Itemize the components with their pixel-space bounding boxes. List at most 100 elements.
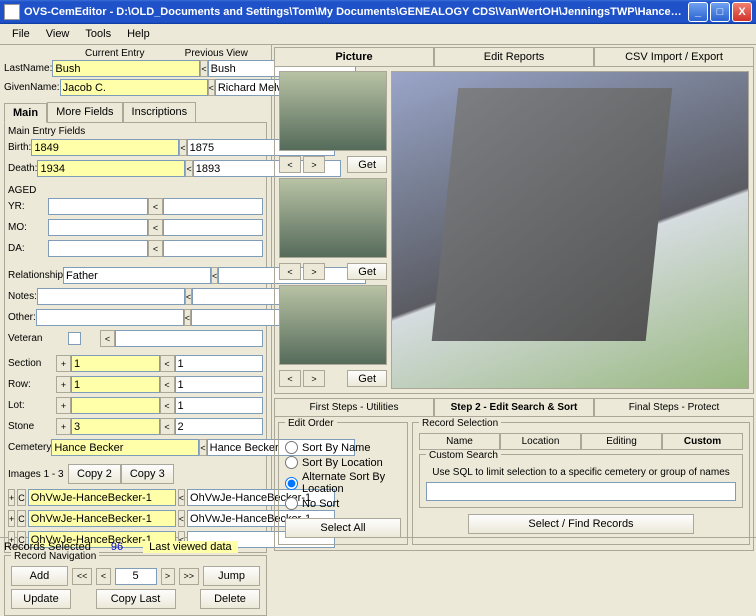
nav-last[interactable]: >>	[179, 568, 200, 585]
lot-plus[interactable]: +	[56, 397, 71, 414]
birth-btn[interactable]: <	[179, 139, 186, 156]
thumb3-get[interactable]: Get	[347, 370, 387, 387]
img1-plus[interactable]: +	[8, 489, 15, 506]
alt-sort-radio[interactable]	[285, 477, 298, 490]
add-button[interactable]: Add	[11, 566, 68, 586]
vet-btn[interactable]: <	[100, 330, 115, 347]
yr-input[interactable]	[48, 198, 148, 215]
rel-btn[interactable]: <	[211, 267, 218, 284]
img1-input[interactable]	[28, 489, 176, 506]
update-button[interactable]: Update	[11, 589, 71, 609]
other-input[interactable]	[36, 309, 184, 326]
seltab-name[interactable]: Name	[419, 433, 500, 450]
nav-num[interactable]	[115, 568, 157, 585]
thumb-2[interactable]	[279, 178, 387, 258]
nosort-radio[interactable]	[285, 497, 298, 510]
menu-tools[interactable]: Tools	[77, 26, 119, 42]
givenname-input[interactable]	[60, 79, 208, 96]
cem-input[interactable]	[51, 439, 199, 456]
lot-input[interactable]	[71, 397, 160, 414]
seltab-custom[interactable]: Custom	[662, 433, 743, 450]
stone-plus[interactable]: +	[56, 418, 71, 435]
tab-picture[interactable]: Picture	[274, 47, 434, 67]
birth-input[interactable]	[31, 139, 179, 156]
main-picture[interactable]	[391, 71, 749, 389]
notes-input[interactable]	[37, 288, 185, 305]
thumb1-prev[interactable]: <	[279, 156, 301, 173]
selectall-button[interactable]: Select All	[285, 518, 401, 538]
other-btn[interactable]: <	[184, 309, 191, 326]
da-btn[interactable]: <	[148, 240, 163, 257]
img2-input[interactable]	[28, 510, 176, 527]
wiz-first[interactable]: First Steps - Utilities	[274, 398, 434, 417]
mo-btn[interactable]: <	[148, 219, 163, 236]
stone-btn[interactable]: <	[160, 418, 175, 435]
tab-main[interactable]: Main	[4, 103, 47, 123]
minimize-button[interactable]: _	[688, 2, 708, 22]
seltab-editing[interactable]: Editing	[581, 433, 662, 450]
thumb2-prev[interactable]: <	[279, 263, 301, 280]
tab-inscriptions[interactable]: Inscriptions	[123, 102, 197, 122]
thumb-1[interactable]	[279, 71, 387, 151]
lastname-input[interactable]	[52, 60, 200, 77]
notes-btn[interactable]: <	[185, 288, 192, 305]
sort-loc-radio[interactable]	[285, 456, 298, 469]
thumb1-get[interactable]: Get	[347, 156, 387, 173]
tab-more[interactable]: More Fields	[47, 102, 122, 122]
img2-plus[interactable]: +	[8, 510, 15, 527]
menu-help[interactable]: Help	[119, 26, 158, 42]
menu-view[interactable]: View	[38, 26, 78, 42]
death-input[interactable]	[37, 160, 185, 177]
givenname-btn[interactable]: <	[208, 79, 215, 96]
close-button[interactable]: X	[732, 2, 752, 22]
thumb3-prev[interactable]: <	[279, 370, 301, 387]
wiz-final[interactable]: Final Steps - Protect	[594, 398, 754, 417]
wiz-step2[interactable]: Step 2 - Edit Search & Sort	[434, 398, 594, 417]
select-find-button[interactable]: Select / Find Records	[468, 514, 695, 534]
img2-btn[interactable]: <	[178, 510, 185, 527]
thumb2-next[interactable]: >	[303, 263, 325, 280]
nav-first[interactable]: <<	[72, 568, 93, 585]
copylast-button[interactable]: Copy Last	[96, 589, 176, 609]
sec-plus[interactable]: +	[56, 355, 71, 372]
menu-file[interactable]: File	[4, 26, 38, 42]
cem-btn[interactable]: <	[199, 439, 206, 456]
sec-input[interactable]	[71, 355, 160, 372]
sort-name-radio[interactable]	[285, 441, 298, 454]
stone-input[interactable]	[71, 418, 160, 435]
delete-button[interactable]: Delete	[200, 589, 260, 609]
recnav-legend: Record Navigation	[11, 551, 99, 562]
status-records-count: 96	[111, 541, 123, 553]
copy3-button[interactable]: Copy 3	[121, 464, 174, 484]
jump-button[interactable]: Jump	[203, 566, 260, 586]
sec-btn[interactable]: <	[160, 355, 175, 372]
img1-btn[interactable]: <	[178, 489, 185, 506]
veteran-checkbox[interactable]	[68, 332, 81, 345]
yr-prev	[163, 198, 263, 215]
thumb1-next[interactable]: >	[303, 156, 325, 173]
da-input[interactable]	[48, 240, 148, 257]
img2-c[interactable]: C	[17, 510, 26, 527]
maximize-button[interactable]: □	[710, 2, 730, 22]
thumb3-next[interactable]: >	[303, 370, 325, 387]
seltab-location[interactable]: Location	[500, 433, 581, 450]
death-btn[interactable]: <	[185, 160, 192, 177]
nav-next[interactable]: >	[161, 568, 175, 585]
lot-btn[interactable]: <	[160, 397, 175, 414]
death-label: Death:	[8, 163, 37, 174]
tab-reports[interactable]: Edit Reports	[434, 47, 594, 67]
thumb2-get[interactable]: Get	[347, 263, 387, 280]
nav-prev[interactable]: <	[96, 568, 110, 585]
yr-btn[interactable]: <	[148, 198, 163, 215]
copy2-button[interactable]: Copy 2	[68, 464, 121, 484]
mo-input[interactable]	[48, 219, 148, 236]
thumb-3[interactable]	[279, 285, 387, 365]
row-btn[interactable]: <	[160, 376, 175, 393]
row-plus[interactable]: +	[56, 376, 71, 393]
lastname-btn[interactable]: <	[200, 60, 207, 77]
sql-input[interactable]	[426, 482, 736, 501]
img1-c[interactable]: C	[17, 489, 26, 506]
rel-input[interactable]	[63, 267, 211, 284]
row-input[interactable]	[71, 376, 160, 393]
tab-csv[interactable]: CSV Import / Export	[594, 47, 754, 67]
